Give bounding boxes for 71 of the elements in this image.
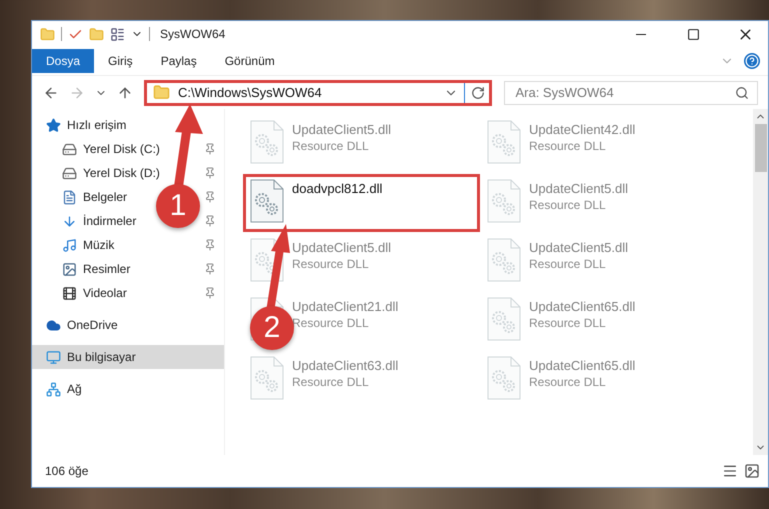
file-name[interactable]: doadvpcl812.dll: [292, 181, 382, 196]
ribbon-tab[interactable]: Paylaş: [146, 49, 211, 73]
nav-item[interactable]: Videolar: [83, 286, 127, 300]
file-type: Resource DLL: [292, 316, 370, 330]
file-name[interactable]: UpdateClient21.dll: [292, 299, 398, 314]
file-type: Resource DLL: [529, 139, 607, 153]
nav-item[interactable]: İndirmeler: [83, 214, 136, 228]
file-name[interactable]: UpdateClient65.dll: [529, 299, 636, 314]
file-type: Resource DLL: [529, 257, 607, 271]
file-name[interactable]: UpdateClient63.dll: [292, 358, 398, 373]
up-arrow-icon: [117, 84, 133, 100]
nav-item[interactable]: Ağ: [67, 382, 82, 396]
gear-file-icon: [487, 238, 521, 282]
cloud-icon: [46, 318, 61, 332]
nav-item[interactable]: Bu bilgisayar: [67, 350, 136, 364]
file-type: Resource DLL: [292, 139, 370, 153]
search-icon: [735, 86, 749, 100]
file-type: Resource DLL: [529, 316, 607, 330]
scrollbar[interactable]: [753, 109, 768, 455]
nav-item[interactable]: Yerel Disk (C:): [83, 142, 160, 156]
folder-icon: [153, 84, 170, 101]
music-note-icon: [62, 238, 77, 252]
gear-file-icon: [487, 179, 521, 223]
download-arrow-icon: [62, 214, 77, 228]
window-title: SysWOW64: [160, 27, 226, 41]
address-bar[interactable]: C:\Windows\SysWOW64: [144, 80, 492, 106]
nav-item[interactable]: Yerel Disk (D:): [83, 166, 160, 180]
file-name[interactable]: UpdateClient65.dll: [529, 358, 636, 373]
file-type: Resource DLL: [292, 257, 370, 271]
document-icon: [62, 190, 77, 204]
large-icons-view-icon[interactable]: [744, 463, 760, 479]
nav-item[interactable]: Müzik: [83, 238, 114, 252]
file-name[interactable]: UpdateClient5.dll: [529, 181, 628, 196]
gear-file-icon: [487, 297, 521, 341]
refresh-icon[interactable]: [471, 86, 486, 100]
file-name[interactable]: UpdateClient42.dll: [529, 122, 636, 137]
monitor-icon: [46, 350, 61, 364]
gear-file-icon: [250, 179, 284, 223]
search-box[interactable]: Ara: SysWOW64: [504, 80, 758, 104]
gear-file-icon: [487, 120, 521, 164]
address-field[interactable]: C:\Windows\SysWOW64: [176, 84, 438, 101]
gear-file-icon: [250, 120, 284, 164]
forward-arrow-icon: [69, 84, 85, 100]
drive-icon: [62, 166, 77, 180]
scrollbar-thumb[interactable]: [754, 124, 766, 172]
nav-item[interactable]: Belgeler: [83, 190, 128, 204]
selected-nav-row[interactable]: Bu bilgisayar: [32, 345, 224, 369]
file-name[interactable]: UpdateClient5.dll: [292, 122, 392, 137]
file-type: Resource DLL: [529, 375, 607, 389]
details-view-icon[interactable]: [722, 463, 738, 479]
nav-item[interactable]: Hızlı erişim: [67, 118, 126, 132]
star-icon: [46, 118, 61, 132]
file-name[interactable]: UpdateClient5.dll: [529, 240, 628, 255]
nav-item[interactable]: Resimler: [83, 262, 130, 276]
film-icon: [62, 286, 77, 300]
ribbon-tab[interactable]: Dosya: [32, 49, 94, 73]
highlighted-file-item[interactable]: doadvpcl812.dll: [243, 174, 480, 232]
ribbon-tab[interactable]: Görünüm: [210, 49, 289, 73]
nav-item[interactable]: OneDrive: [67, 318, 118, 332]
network-icon: [46, 382, 61, 396]
file-type: Resource DLL: [292, 375, 370, 389]
ribbon-tab[interactable]: Giriş: [94, 49, 147, 73]
help-icon[interactable]: [744, 53, 760, 69]
maximize-icon: [686, 28, 700, 40]
picture-icon: [62, 262, 77, 276]
file-name[interactable]: UpdateClient5.dll: [292, 240, 392, 255]
file-type: Resource DLL: [529, 198, 607, 212]
gear-file-icon: [250, 356, 284, 400]
item-count: 106 öğe: [45, 464, 88, 478]
gear-file-icon: [487, 356, 521, 400]
drive-icon: [62, 142, 77, 156]
